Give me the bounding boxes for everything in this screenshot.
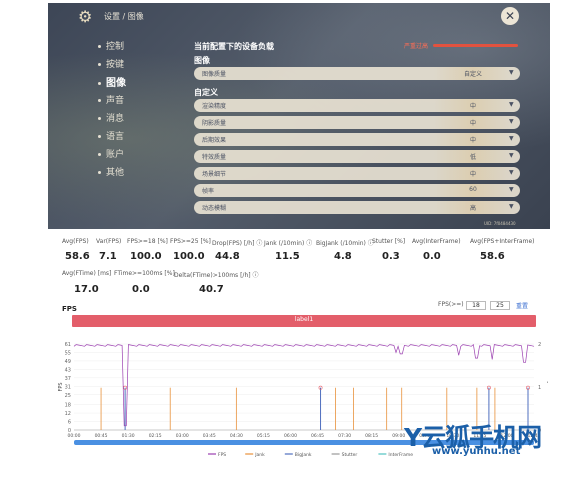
y2-tick-label: 2: [538, 342, 541, 348]
stat-label: Avg(FPS): [62, 238, 89, 245]
stat-value: 11.5: [275, 251, 300, 262]
x-tick-label: 07:30: [338, 433, 351, 439]
stat-label: Var(FPS): [96, 238, 122, 245]
x-tick-label: 00:00: [68, 433, 81, 439]
setting-row-render[interactable]: 渲染精度中 ▼: [194, 99, 520, 112]
setting-row-quality[interactable]: 图像质量 自定义 ▼: [194, 67, 520, 80]
legend-label: Stutter: [342, 452, 358, 458]
y-tick-label: 37: [65, 376, 71, 382]
section-title-image: 图像: [194, 56, 210, 65]
y2-tick-label: 1: [538, 385, 541, 391]
nav-item-controls[interactable]: 控制: [98, 39, 124, 52]
y-tick-label: 55: [65, 350, 71, 356]
y-tick-label: 43: [65, 367, 71, 373]
y-tick-label: 61: [65, 342, 71, 348]
x-tick-label: 02:15: [149, 433, 162, 439]
stat-label: Avg(FTime) [ms]: [62, 270, 112, 277]
device-load-bar: [433, 44, 518, 47]
chevron-down-icon: ▼: [509, 118, 514, 125]
stat-label: Avg(FPS+InterFrame): [470, 238, 535, 245]
breadcrumb: 设置 / 图像: [104, 12, 144, 21]
nav-item-graphics[interactable]: 图像: [98, 74, 126, 89]
chevron-down-icon: ▼: [509, 69, 514, 76]
nav-item-audio[interactable]: 声音: [98, 93, 124, 106]
setting-row-scene[interactable]: 场景细节中 ▼: [194, 167, 520, 180]
game-settings-panel: ⚙ 设置 / 图像 ✕ 控制 按键 图像 声音 消息 语言 账户 其他 当前配置…: [48, 3, 550, 229]
x-tick-label: 06:00: [284, 433, 297, 439]
stat-value: 100.0: [173, 251, 205, 262]
section-title-custom: 自定义: [194, 88, 218, 97]
fps-chart-title: FPS: [62, 305, 77, 313]
stat-value: 17.0: [74, 284, 99, 295]
y-tick-label: 6: [68, 420, 71, 426]
stat-value: 40.7: [199, 284, 224, 295]
watermark-url: www.yunhu.net: [432, 446, 521, 457]
fps-series-line: [73, 343, 535, 427]
setting-row-effects[interactable]: 特效质量低 ▼: [194, 150, 520, 163]
setting-row-post[interactable]: 后期效果中 ▼: [194, 133, 520, 146]
chevron-down-icon: ▼: [509, 186, 514, 193]
chevron-down-icon: ▼: [509, 101, 514, 108]
x-tick-label: 03:45: [203, 433, 216, 439]
y-tick-label: 25: [65, 393, 71, 399]
stat-value: 0.3: [382, 251, 400, 262]
x-tick-label: 00:45: [95, 433, 108, 439]
fps-range-label: FPS(>=): [438, 301, 464, 308]
stat-label: FPS>=18 [%]: [127, 238, 168, 245]
stat-label: FPS>=25 [%]: [170, 238, 211, 245]
y-tick-label: 31: [65, 384, 71, 390]
stat-label: Jank (/10min) ⓘ: [264, 240, 313, 247]
reset-button[interactable]: 重置: [516, 301, 528, 310]
stat-label: Delta(FTime)>100ms [/h] ⓘ: [174, 272, 259, 279]
device-load-status: 严重过高: [404, 43, 429, 50]
stat-label: Drop(FPS) [/h] ⓘ: [212, 240, 263, 247]
x-tick-label: 06:45: [311, 433, 324, 439]
fps-threshold-low-input[interactable]: 18: [466, 301, 486, 310]
label-bar[interactable]: label1: [72, 315, 536, 327]
setting-row-motionblur[interactable]: 动态模糊高 ▼: [194, 201, 520, 214]
x-tick-label: 01:30: [122, 433, 135, 439]
x-tick-label: 08:15: [365, 433, 378, 439]
stat-value: 4.8: [334, 251, 352, 262]
device-load-title: 当前配置下的设备负载: [194, 42, 274, 51]
stat-value: 7.1: [99, 251, 117, 262]
setting-row-framerate[interactable]: 帧率 60 ▼: [194, 184, 520, 197]
stat-value: 0.0: [423, 251, 441, 262]
stat-value: 58.6: [65, 251, 90, 262]
stat-label: Stutter [%]: [372, 238, 406, 245]
x-tick-label: 04:30: [230, 433, 243, 439]
nav-item-keys[interactable]: 按键: [98, 57, 124, 70]
chevron-down-icon: ▼: [509, 152, 514, 159]
stat-value: 58.6: [480, 251, 505, 262]
stat-value: 100.0: [130, 251, 162, 262]
stat-label: Avg(InterFrame): [412, 238, 461, 245]
close-icon[interactable]: ✕: [501, 7, 519, 25]
chevron-down-icon: ▼: [509, 135, 514, 142]
gear-icon: ⚙: [78, 7, 93, 26]
legend-label: FPS: [218, 452, 226, 458]
y-tick-label: 18: [65, 403, 71, 409]
stat-label: FTime>=100ms [%]: [114, 270, 175, 277]
stat-value: 44.8: [215, 251, 240, 262]
setting-row-shadow[interactable]: 阴影质量中 ▼: [194, 116, 520, 129]
fps-threshold-high-input[interactable]: 25: [490, 301, 510, 310]
legend-label: Jank: [254, 452, 265, 458]
nav-item-account[interactable]: 账户: [98, 147, 124, 160]
legend-label: BigJank: [295, 452, 312, 458]
stat-label: BigJank (/10min) ⓘ: [316, 240, 374, 247]
nav-item-language[interactable]: 语言: [98, 129, 124, 142]
y-tick-label: 49: [65, 359, 71, 365]
nav-item-other[interactable]: 其他: [98, 165, 124, 178]
y-tick-label: 12: [65, 411, 71, 417]
x-tick-label: 03:00: [176, 433, 189, 439]
chevron-down-icon: ▼: [509, 169, 514, 176]
y-axis-label: FPS: [58, 382, 64, 391]
user-id: UID: 7f0484430: [484, 221, 516, 226]
x-tick-label: 05:15: [257, 433, 270, 439]
nav-item-messages[interactable]: 消息: [98, 111, 124, 124]
stat-value: 0.0: [132, 284, 150, 295]
y2-axis-label: Jank: [546, 381, 548, 393]
chevron-down-icon: ▼: [509, 203, 514, 210]
